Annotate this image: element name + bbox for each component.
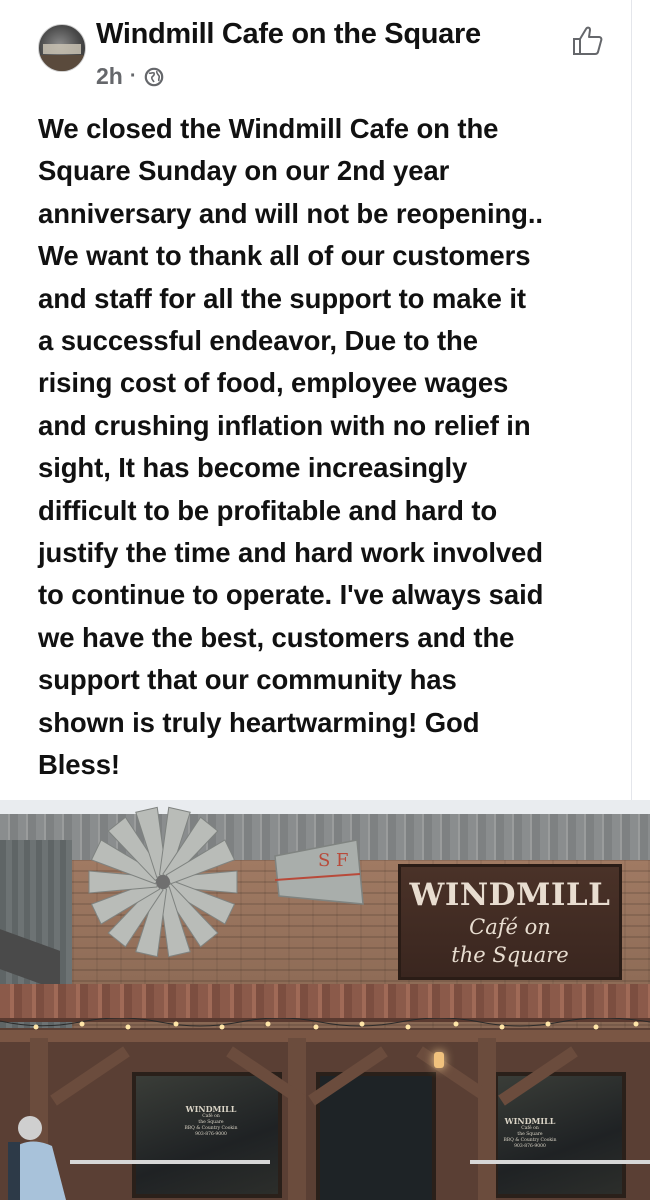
sign-title: WINDMILL — [409, 877, 611, 913]
post-photo[interactable]: S F WINDMILL Café on the Square WINDMILL… — [0, 800, 650, 1200]
windmill-letter-s: S F — [318, 850, 349, 871]
window-logo-phone: 903-876-9000 — [195, 1132, 227, 1137]
facebook-post: Windmill Cafe on the Square 2h · We clos… — [0, 0, 650, 800]
window-logo-name: WINDMILL — [185, 1104, 237, 1114]
post-text-line: Bless! — [38, 749, 120, 781]
porch-post — [288, 1038, 306, 1200]
post-text-line: rising cost of food, employee wages — [38, 367, 509, 399]
post-text-line: sight, It has become increasingly — [38, 452, 468, 484]
sign-subtitle-1: Café on — [469, 915, 551, 939]
page-avatar[interactable] — [38, 24, 86, 72]
post-text-line: support that our community has — [38, 664, 457, 696]
post-text-line: to continue to operate. I've always said — [38, 579, 544, 611]
storefront-window-left: WINDMILL Café on the Square BBQ & Countr… — [132, 1072, 282, 1198]
porch-railing — [70, 1160, 270, 1164]
globe-icon[interactable] — [144, 67, 164, 87]
avatar-sign — [43, 44, 81, 54]
post-text-line: we have the best, customers and the — [38, 621, 515, 653]
porch-lamp — [434, 1052, 444, 1068]
card-border — [631, 0, 632, 800]
window-logo-name: WINDMILL — [504, 1116, 556, 1126]
post-text-line: anniversary and will not be reopening.. — [38, 197, 543, 229]
post-text-line: justify the time and hard work involved — [38, 537, 543, 569]
post-text-line: a successful endeavor, Due to the — [38, 325, 478, 357]
post-meta: 2h · — [96, 63, 164, 90]
meta-separator: · — [129, 65, 137, 87]
porch-railing — [470, 1160, 650, 1164]
window-logo-phone: 903-876-9000 — [514, 1144, 546, 1149]
window-logo-right: WINDMILL Café on the Square BBQ & Countr… — [500, 1116, 560, 1150]
thumbs-up-icon[interactable] — [571, 24, 605, 58]
post-text-line: and staff for all the support to make it — [38, 282, 526, 314]
sign-subtitle-2: the Square — [451, 943, 569, 967]
post-text-line: shown is truly heartwarming! God — [38, 706, 480, 738]
page-name-link[interactable]: Windmill Cafe on the Square — [96, 18, 481, 51]
windmill-decoration: S F — [88, 806, 364, 958]
post-text-line: difficult to be profitable and hard to — [38, 494, 498, 526]
porch-post — [478, 1038, 496, 1200]
post-text-line: We closed the Windmill Cafe on the — [38, 113, 499, 144]
avatar-roof — [39, 55, 85, 71]
post-text-line: and crushing inflation with no relief in — [38, 409, 531, 441]
post-text-line: We want to thank all of our customers — [38, 240, 531, 272]
window-logo-left: WINDMILL Café on the Square BBQ & Countr… — [176, 1104, 246, 1138]
person-silhouette — [8, 1116, 66, 1200]
porch-roof — [0, 984, 650, 1022]
string-lights — [0, 1018, 650, 1030]
cafe-sign: WINDMILL Café on the Square — [398, 864, 622, 980]
post-timestamp[interactable]: 2h — [96, 63, 123, 90]
post-text-line: Square Sunday on our 2nd year — [38, 155, 450, 187]
post-body-text: We closed the Windmill Cafe on the Squar… — [38, 108, 628, 787]
